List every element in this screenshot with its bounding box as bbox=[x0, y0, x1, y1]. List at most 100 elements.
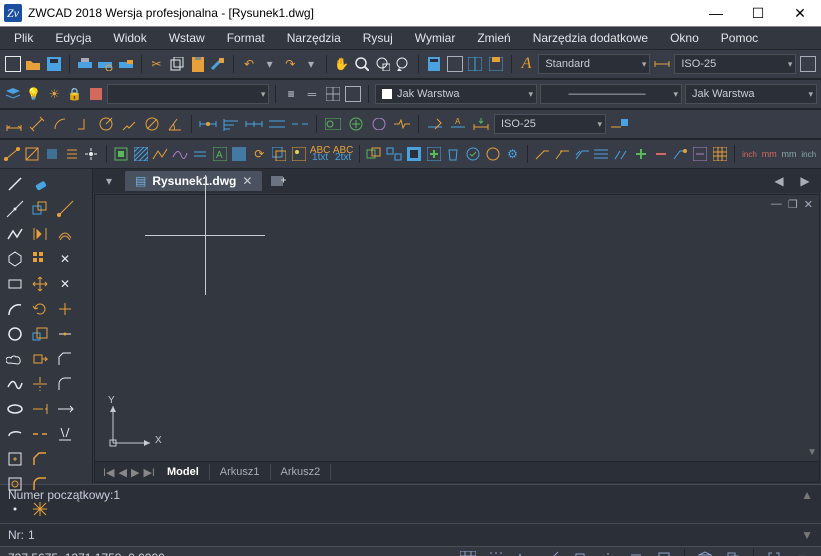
mirror-icon[interactable] bbox=[28, 222, 52, 246]
units-mm2-icon[interactable]: mm bbox=[781, 144, 798, 164]
maximize-button[interactable]: ☐ bbox=[737, 0, 779, 26]
explode-icon[interactable] bbox=[28, 497, 52, 521]
mleader-align-icon[interactable] bbox=[593, 144, 610, 164]
match-properties-icon[interactable] bbox=[210, 54, 228, 74]
extend-icon[interactable] bbox=[28, 397, 52, 421]
audit-icon[interactable] bbox=[465, 144, 482, 164]
lwt-toggle-icon[interactable] bbox=[625, 549, 647, 556]
menu-pomoc[interactable]: Pomoc bbox=[711, 29, 768, 47]
dyn-input-icon[interactable] bbox=[694, 549, 716, 556]
menu-narzedzia[interactable]: Narzędzia bbox=[277, 29, 351, 47]
dim-break-icon[interactable] bbox=[290, 114, 310, 134]
jogged-linear-icon[interactable] bbox=[392, 114, 412, 134]
dim-update-icon[interactable] bbox=[471, 114, 491, 134]
dim-aligned-icon[interactable] bbox=[27, 114, 47, 134]
viewport-minimize-icon[interactable]: — bbox=[771, 198, 782, 211]
command-input[interactable] bbox=[26, 527, 799, 543]
menu-zmien[interactable]: Zmień bbox=[467, 29, 520, 47]
break-at-icon[interactable] bbox=[28, 422, 52, 446]
lineweight-icon[interactable]: ═ bbox=[303, 84, 321, 104]
viewport-restore-icon[interactable]: ❐ bbox=[788, 198, 798, 211]
snap-toggle-icon[interactable] bbox=[457, 549, 479, 556]
cycling-icon[interactable] bbox=[722, 549, 744, 556]
dim-space-icon[interactable] bbox=[267, 114, 287, 134]
trim-icon[interactable] bbox=[28, 372, 52, 396]
dim-arc-icon[interactable] bbox=[50, 114, 70, 134]
ellipse-icon[interactable] bbox=[3, 397, 27, 421]
open-icon[interactable] bbox=[25, 54, 43, 74]
layout-next-icon[interactable]: ▶ bbox=[129, 466, 141, 479]
layer-on-icon[interactable]: 💡 bbox=[25, 84, 43, 104]
mleader-icon[interactable] bbox=[573, 144, 590, 164]
dim-linear-icon[interactable] bbox=[4, 114, 24, 134]
drawing-canvas[interactable]: — ❐ ✕ Y X I◀ ◀ ▶ ▶I bbox=[94, 194, 820, 483]
units-inch2-icon[interactable]: inch bbox=[800, 144, 817, 164]
attribute-edit-icon[interactable]: A bbox=[211, 144, 228, 164]
ortho-toggle-icon[interactable] bbox=[513, 549, 535, 556]
block-insert-icon[interactable] bbox=[425, 144, 442, 164]
mleader-style-icon[interactable] bbox=[672, 144, 689, 164]
print-icon[interactable] bbox=[76, 54, 94, 74]
erase-icon[interactable] bbox=[28, 172, 52, 196]
inspection-icon[interactable] bbox=[369, 114, 389, 134]
command-scroll-down-icon[interactable]: ▼ bbox=[801, 528, 813, 542]
pline-icon[interactable] bbox=[3, 222, 27, 246]
ellipse-arc-icon[interactable] bbox=[3, 422, 27, 446]
color-combo[interactable]: Jak Warstwa bbox=[375, 84, 537, 104]
paste-icon[interactable] bbox=[189, 54, 207, 74]
menu-rysuj[interactable]: Rysuj bbox=[353, 29, 403, 47]
chamfer-alt-icon[interactable] bbox=[53, 347, 77, 371]
command-scroll-up-icon[interactable]: ▲ bbox=[801, 488, 813, 502]
layout-tab-arkusz2[interactable]: Arkusz2 bbox=[271, 464, 332, 480]
dim-style-icon[interactable] bbox=[653, 54, 671, 74]
tab-nav-right-icon[interactable]: ▶ bbox=[795, 171, 815, 191]
style-manager-icon[interactable] bbox=[799, 54, 817, 74]
menu-format[interactable]: Format bbox=[217, 29, 275, 47]
units-mm-icon[interactable]: mm bbox=[761, 144, 778, 164]
ungroup-icon[interactable] bbox=[386, 144, 403, 164]
center-mark-icon[interactable] bbox=[346, 114, 366, 134]
tab-dropdown-icon[interactable]: ▾ bbox=[99, 171, 119, 191]
redo-dropdown-icon[interactable]: ▾ bbox=[302, 54, 320, 74]
redo-icon[interactable]: ↷ bbox=[282, 54, 300, 74]
drawing-utilities-icon[interactable]: ⚙ bbox=[504, 144, 521, 164]
new-tab-icon[interactable] bbox=[268, 171, 288, 191]
layer-lock-icon[interactable]: 🔒 bbox=[66, 84, 84, 104]
tab-nav-left-icon[interactable]: ◀ bbox=[769, 171, 789, 191]
revcloud-icon[interactable] bbox=[3, 347, 27, 371]
text-edit-icon[interactable]: ABC1txt bbox=[310, 144, 330, 164]
menu-wstaw[interactable]: Wstaw bbox=[159, 29, 215, 47]
image-clip-icon[interactable] bbox=[290, 144, 307, 164]
circle-icon[interactable] bbox=[3, 322, 27, 346]
join-icon[interactable] bbox=[53, 322, 77, 346]
region-icon[interactable] bbox=[44, 144, 61, 164]
dim-edit-icon[interactable] bbox=[425, 114, 445, 134]
scroll-down-icon[interactable]: ▼ bbox=[807, 447, 817, 458]
save-icon[interactable] bbox=[45, 54, 63, 74]
tolerance-icon[interactable] bbox=[323, 114, 343, 134]
fillet-icon[interactable] bbox=[28, 472, 52, 496]
distance-icon[interactable] bbox=[4, 144, 21, 164]
close-button[interactable]: ✕ bbox=[779, 0, 821, 26]
units-inch-icon[interactable]: inch bbox=[741, 144, 758, 164]
dim-text-edit-icon[interactable]: A bbox=[448, 114, 468, 134]
publish-icon[interactable] bbox=[117, 54, 135, 74]
lineweight-combo[interactable]: Jak Warstwa bbox=[685, 84, 817, 104]
group-icon[interactable] bbox=[366, 144, 383, 164]
dim-radius-icon[interactable] bbox=[96, 114, 116, 134]
new-icon[interactable] bbox=[4, 54, 22, 74]
osnap-toggle-icon[interactable] bbox=[569, 549, 591, 556]
table-icon[interactable] bbox=[712, 144, 729, 164]
dim-quick-icon[interactable] bbox=[198, 114, 218, 134]
calculator-icon[interactable] bbox=[425, 54, 443, 74]
grid-toggle-icon[interactable] bbox=[485, 549, 507, 556]
layout-first-icon[interactable]: I◀ bbox=[101, 466, 117, 479]
attribute-block-icon[interactable] bbox=[231, 144, 248, 164]
zoom-window-icon[interactable] bbox=[374, 54, 392, 74]
id-point-icon[interactable] bbox=[83, 144, 100, 164]
make-block-icon[interactable] bbox=[3, 472, 27, 496]
spline-icon[interactable] bbox=[3, 372, 27, 396]
lengthen-icon[interactable] bbox=[53, 397, 77, 421]
spline-edit-icon[interactable] bbox=[172, 144, 189, 164]
line-icon[interactable] bbox=[3, 172, 27, 196]
